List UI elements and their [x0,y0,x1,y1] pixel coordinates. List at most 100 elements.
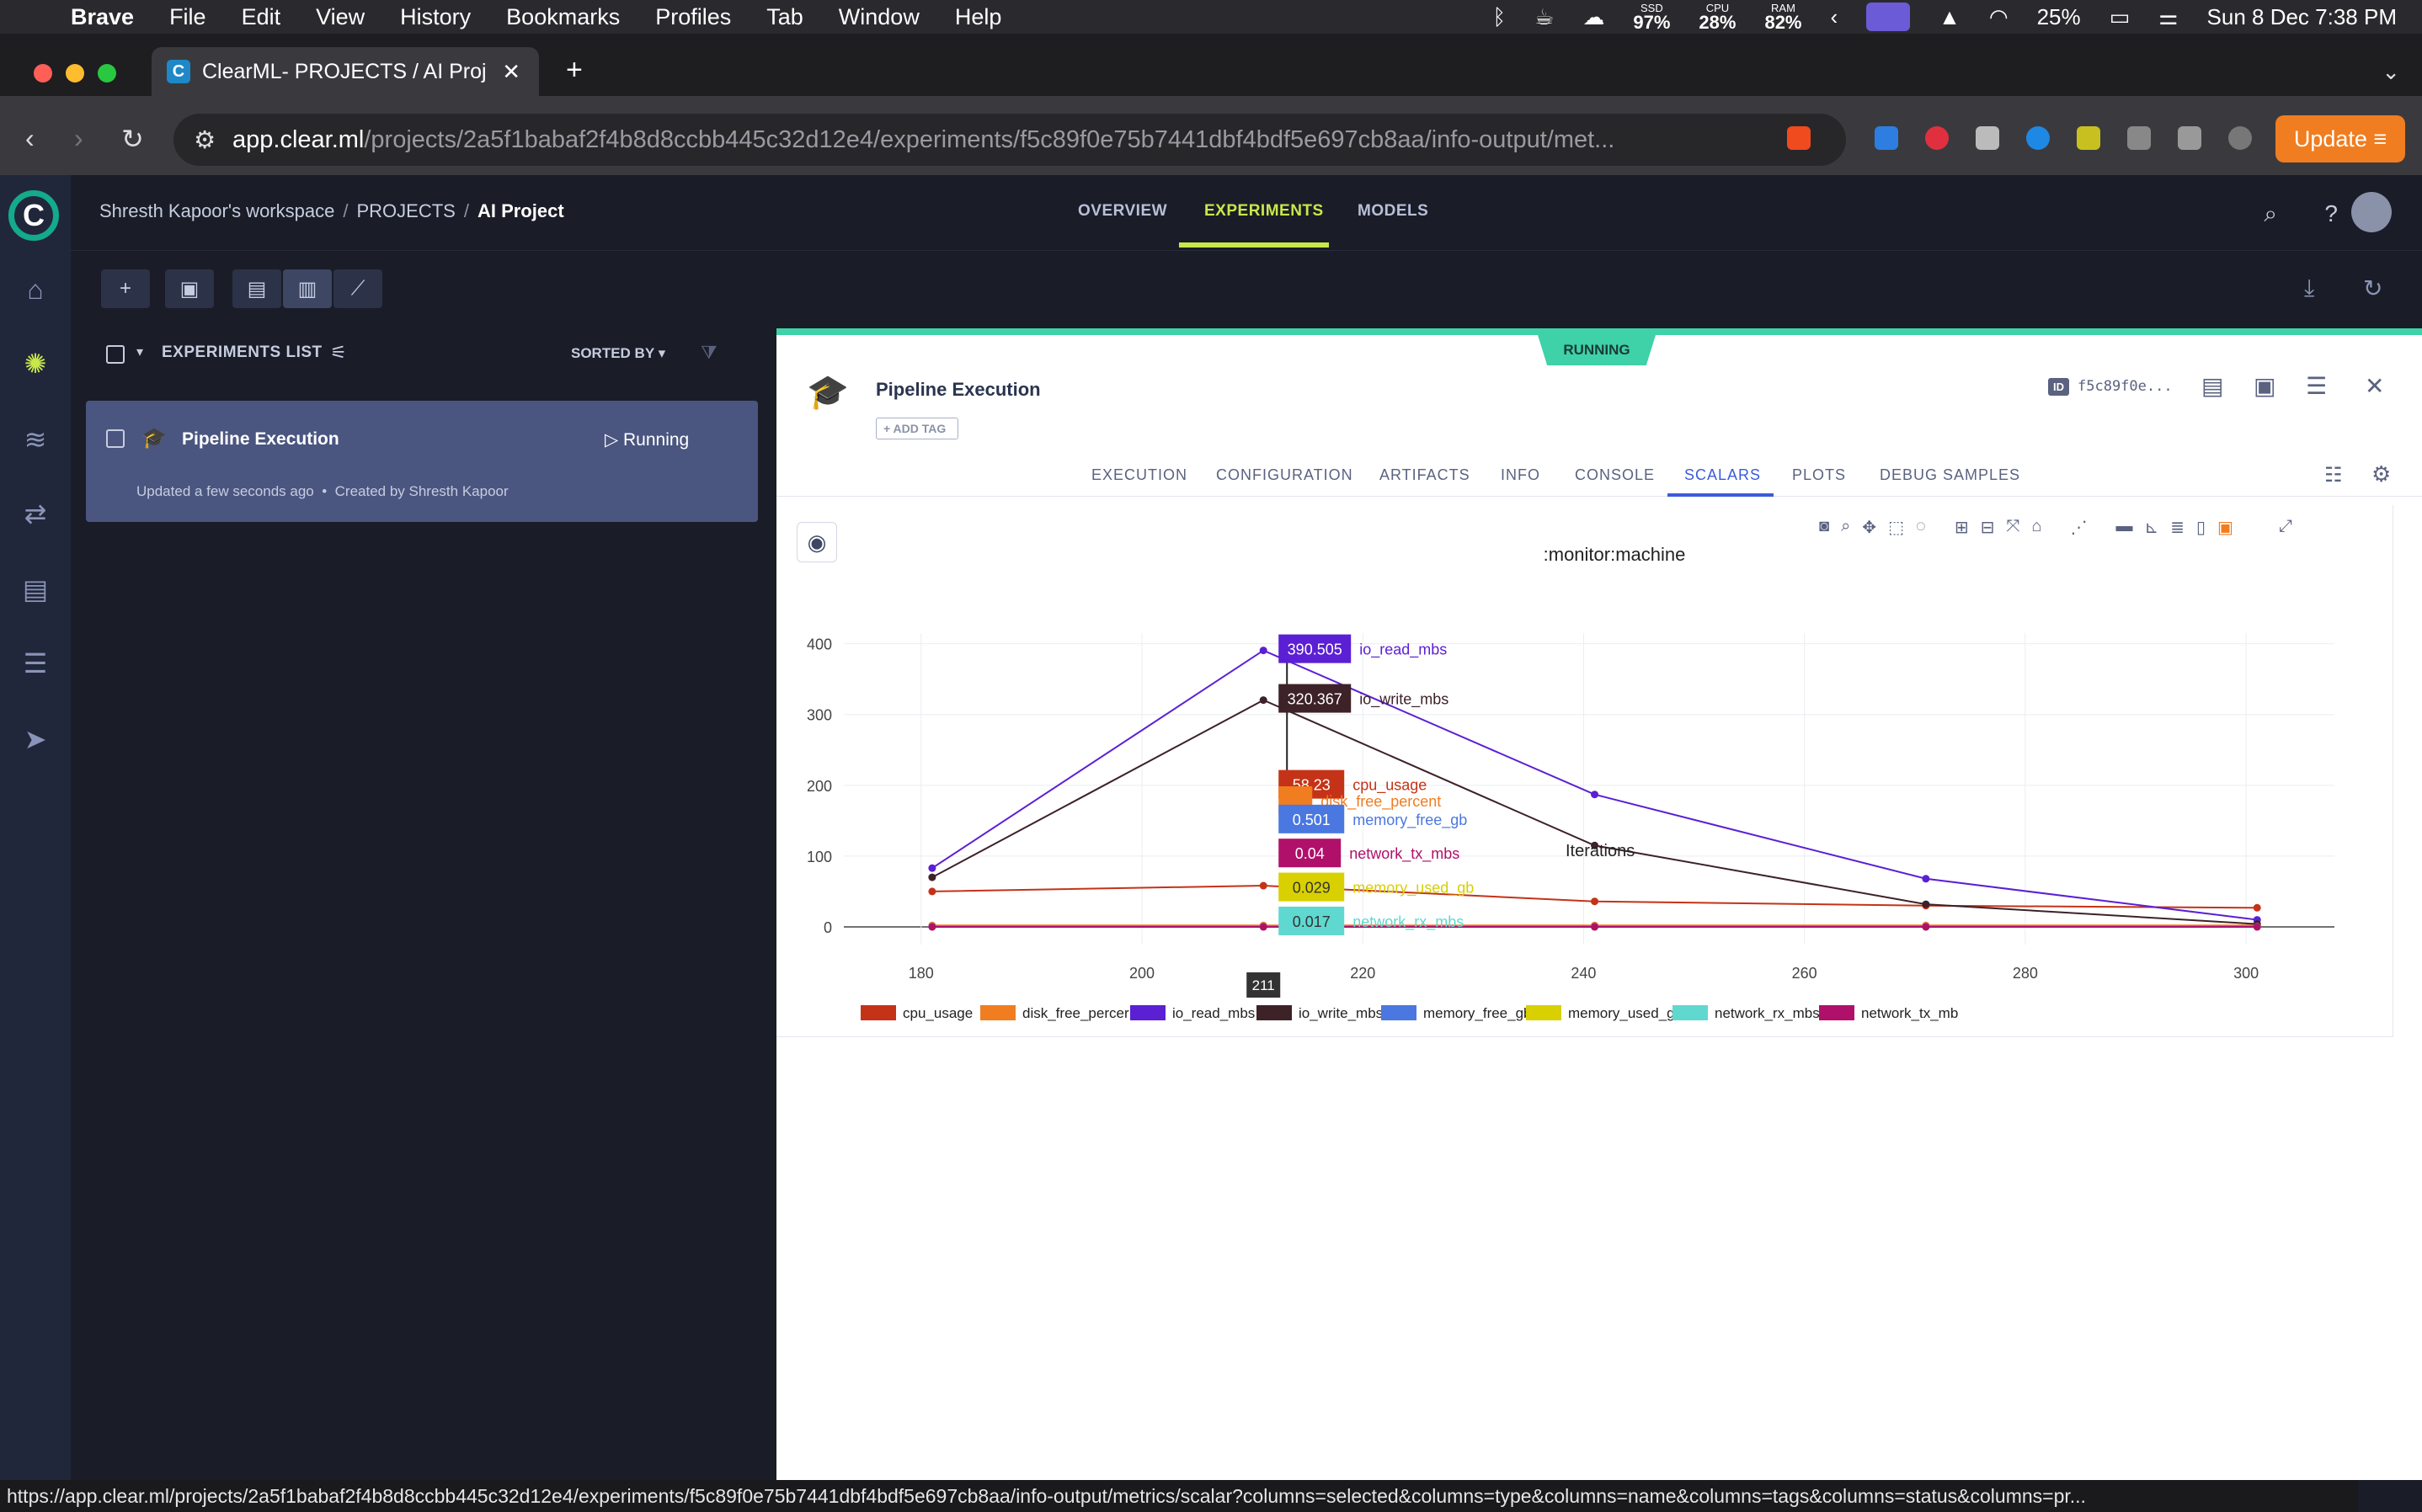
pipelines-icon[interactable]: ⇄ [19,497,52,530]
settings-gear-icon[interactable]: ⚙ [2371,461,2392,487]
projects-brain-icon[interactable]: ✺ [19,347,52,381]
breadcrumb-projects[interactable]: PROJECTS [356,200,455,221]
tab-artifacts[interactable]: ARTIFACTS [1379,466,1470,484]
sorted-by-dropdown[interactable]: SORTED BY ▾ [571,345,665,362]
minimize-window-button[interactable] [66,64,84,83]
archive-button[interactable]: ▣ [165,269,214,308]
extension-shazam-icon[interactable] [2026,126,2050,150]
teapot-icon[interactable]: ☕ [1534,4,1554,30]
menu-profiles[interactable]: Profiles [655,4,731,30]
tab-models[interactable]: MODELS [1358,202,1428,221]
screen-share-icon[interactable] [1866,3,1911,31]
menu-tab[interactable]: Tab [766,4,803,30]
datasets-layers-icon[interactable]: ≋ [19,423,52,456]
extension-card-icon[interactable] [2077,126,2100,150]
data-point-io_read_mbs [1259,647,1267,655]
menubar-datetime[interactable]: Sun 8 Dec 7:38 PM [2207,4,2397,30]
tab-search-chevron-icon[interactable]: ⌄ [2382,59,2400,85]
reload-icon[interactable]: ↻ [121,123,144,155]
y-tick-label: 400 [807,636,832,653]
search-icon[interactable]: ⌕ [2264,200,2277,228]
menu-app-name[interactable]: Brave [71,4,134,30]
experiment-row[interactable]: 🎓 Pipeline Execution ▷ Running Updated a… [86,401,758,522]
image-panel-icon[interactable]: ▣ [2254,372,2275,400]
select-all-checkbox[interactable] [106,345,125,364]
new-tab-button[interactable]: + [566,54,583,87]
select-menu-chevron-icon[interactable]: ▾ [136,343,143,360]
menu-edit[interactable]: Edit [242,4,281,30]
tab-scalars[interactable]: SCALARS [1684,466,1761,484]
forward-arrow-icon[interactable]: › [74,123,83,154]
tab-experiments[interactable]: EXPERIMENTS [1204,202,1324,221]
auto-refresh-icon[interactable]: ↻ [2363,274,2382,302]
scalar-line-chart[interactable]: 0 100 200 300 400 180 200 220 240 260 280 300 Iterat… [776,532,2393,1037]
filter-icon[interactable]: ⧩ [701,342,718,364]
add-tag-button[interactable]: + ADD TAG [876,418,959,439]
menu-bookmarks[interactable]: Bookmarks [506,4,620,30]
ram-stat[interactable]: RAM 82% [1764,3,1801,32]
bluetooth-icon[interactable]: ᛒ [1492,4,1506,30]
browser-tab-active[interactable]: C ClearML- PROJECTS / AI Proj ✕ [152,47,539,96]
close-panel-icon[interactable]: ✕ [2365,372,2384,400]
download-icon[interactable]: ⤓ [2304,274,2314,302]
help-icon[interactable]: ? [2324,200,2338,227]
tab-debug-samples[interactable]: DEBUG SAMPLES [1880,466,2020,484]
extension-gem-icon[interactable] [1875,126,1898,150]
clearml-logo-icon[interactable]: C [8,190,59,241]
close-window-button[interactable] [34,64,52,83]
menu-file[interactable]: File [169,4,206,30]
reports-icon[interactable]: ▤ [19,572,52,606]
experiments-list-title: EXPERIMENTS LIST [162,343,323,361]
address-bar[interactable]: ⚙ app.clear.ml/projects/2a5f1babaf2f4b8d… [173,114,1846,166]
battery-percent[interactable]: 25% [2037,4,2081,30]
list-view-icon[interactable]: ☷ [2324,463,2344,487]
add-experiment-button[interactable]: + [101,269,150,308]
profile-avatar-icon[interactable] [2228,126,2252,150]
site-settings-icon[interactable]: ⚙ [194,125,216,155]
deploy-icon[interactable]: ➤ [19,722,52,756]
compare-view-button[interactable]: ⟋ [333,269,382,308]
experiment-id[interactable]: ID f5c89f0e... [2048,374,2173,399]
drive-icon[interactable]: ▲ [1939,4,1961,30]
tab-plots[interactable]: PLOTS [1792,466,1846,484]
panel-title[interactable]: Pipeline Execution [876,379,1041,401]
ssd-stat[interactable]: SSD 97% [1633,3,1670,32]
orchestration-table-icon[interactable]: ☰ [19,647,52,680]
extensions-puzzle-icon[interactable] [2127,126,2151,150]
back-arrow-icon[interactable]: ‹ [25,123,35,154]
maximize-window-button[interactable] [98,64,116,83]
tab-execution[interactable]: EXECUTION [1091,466,1187,484]
extension-sparkle-icon[interactable] [2178,126,2201,150]
menu-window[interactable]: Window [839,4,920,30]
breadcrumb-workspace[interactable]: Shresth Kapoor's workspace [99,200,334,221]
wifi-icon[interactable]: ◠ [1989,4,2009,30]
user-avatar[interactable] [2351,192,2392,232]
extension-record-icon[interactable] [1925,126,1949,150]
close-tab-icon[interactable]: ✕ [502,59,520,85]
row-checkbox[interactable] [106,429,125,448]
weather-icon[interactable]: ☁ [1582,4,1604,30]
menu-view[interactable]: View [316,4,365,30]
breadcrumb-project[interactable]: AI Project [477,200,564,221]
brave-shields-icon[interactable] [1787,126,1811,150]
chevron-left-icon[interactable]: ‹ [1831,4,1838,30]
data-point-cpu_usage [928,887,936,896]
experiment-details-panel: RUNNING 🎓 Pipeline Execution + ADD TAG I… [776,328,2422,1480]
home-icon[interactable]: ⌂ [19,273,52,306]
tab-configuration[interactable]: CONFIGURATION [1216,466,1353,484]
menu-help[interactable]: Help [955,4,1002,30]
y-tick-label: 100 [807,849,832,865]
control-center-icon[interactable]: ⚌ [2158,4,2178,30]
update-button[interactable]: Update ≡ [2275,115,2405,162]
extension-dropper-icon[interactable] [1976,126,1999,150]
details-view-button[interactable]: ▥ [283,269,332,308]
tab-overview[interactable]: OVERVIEW [1078,202,1167,221]
menu-history[interactable]: History [400,4,471,30]
tab-info[interactable]: INFO [1501,466,1540,484]
list-settings-icon[interactable]: ⚟ [330,342,347,364]
menu-icon[interactable]: ☰ [2306,372,2327,400]
cpu-stat[interactable]: CPU 28% [1699,3,1736,32]
info-panel-icon[interactable]: ▤ [2201,372,2223,400]
table-view-button[interactable]: ▤ [232,269,281,308]
tab-console[interactable]: CONSOLE [1575,466,1655,484]
